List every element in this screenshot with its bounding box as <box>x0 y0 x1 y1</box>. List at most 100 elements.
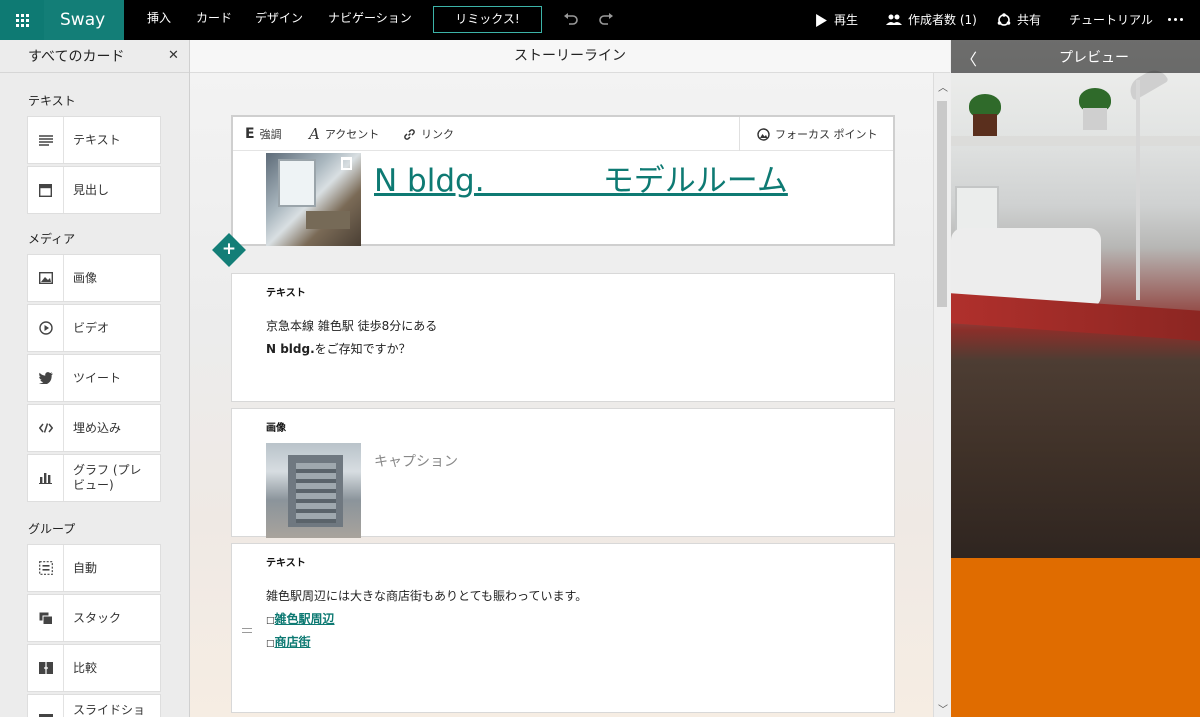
accent-button[interactable]: A アクセント <box>309 117 379 151</box>
emphasis-icon: E <box>245 126 255 142</box>
trash-icon[interactable] <box>341 157 352 170</box>
focus-point-button[interactable]: フォーカス ポイント <box>757 117 878 151</box>
focus-point-icon <box>757 127 770 141</box>
card-tweet-label: ツイート <box>73 370 122 385</box>
card-tweet-button[interactable]: ツイート <box>27 354 161 402</box>
undo-icon[interactable] <box>563 11 579 27</box>
caption-input[interactable]: キャプション <box>374 451 458 471</box>
card-stack-label: スタック <box>73 610 122 625</box>
share-icon <box>997 13 1011 26</box>
text-card-1-bold: N bldg. <box>266 342 315 356</box>
text-card-1-line1[interactable]: 京急本線 雑色駅 徒歩8分にある <box>266 317 437 334</box>
card-embed-label: 埋め込み <box>73 420 122 435</box>
cards-sidebar: すべてのカード ✕ テキスト テキスト 見出し メディア 画像 ビデオ ツイート… <box>0 40 190 717</box>
authors-button[interactable]: 作成者数 (1) <box>886 0 977 40</box>
card-heading-label: 見出し <box>73 182 110 197</box>
compare-icon <box>28 645 64 691</box>
link-button[interactable]: リンク <box>403 117 454 151</box>
card-compare-label: 比較 <box>73 660 98 675</box>
accent-icon: A <box>309 125 320 143</box>
card-image-button[interactable]: 画像 <box>27 254 161 302</box>
bar-chart-icon <box>28 455 64 501</box>
building-image-thumbnail[interactable] <box>266 443 361 538</box>
more-options-icon[interactable] <box>1168 18 1183 21</box>
heading-icon <box>28 167 64 213</box>
text-card-2-line1[interactable]: 雑色駅周辺には大きな商店街もありとても賑わっています。 <box>266 587 587 604</box>
plant-1 <box>969 94 1001 142</box>
title-text[interactable]: N bldg. モデルルーム <box>374 155 788 200</box>
preview-title: プレビュー <box>1059 50 1129 66</box>
text-card-2-label: テキスト <box>266 558 306 569</box>
menu-cards[interactable]: カード <box>196 0 232 40</box>
waffle-icon <box>15 13 29 27</box>
scroll-down-icon[interactable]: ﹀ <box>938 701 948 716</box>
scroll-up-icon[interactable]: ︿ <box>938 79 948 94</box>
app-launcher-button[interactable] <box>0 0 44 40</box>
card-embed-button[interactable]: 埋め込み <box>27 404 161 452</box>
link-shopping-street[interactable]: 商店街 <box>275 635 311 649</box>
people-icon <box>886 14 902 25</box>
sidebar-header: すべてのカード ✕ <box>0 40 189 73</box>
section-media-label: メディア <box>28 232 76 246</box>
card-slideshow-button[interactable]: スライドショー <box>27 694 161 717</box>
redo-icon[interactable] <box>598 11 614 27</box>
tutorial-button[interactable]: チュートリアル <box>1069 0 1153 40</box>
text-card-2[interactable]: テキスト 雑色駅周辺には大きな商店街もありとても賑わっています。 □雑色駅周辺 … <box>231 543 895 713</box>
link-item-2[interactable]: □商店街 <box>266 633 311 650</box>
text-card-1-label: テキスト <box>266 288 306 299</box>
card-auto-button[interactable]: 自動 <box>27 544 161 592</box>
stack-icon <box>28 595 64 641</box>
scroll-thumb[interactable] <box>937 101 947 307</box>
text-card-1-rest: をご存知ですか？ <box>314 342 411 356</box>
thumbnail-window <box>278 159 316 207</box>
play-icon <box>816 13 827 27</box>
preview-lamp-stand <box>1136 80 1140 300</box>
chevron-left-icon[interactable]: 〈 <box>961 46 977 70</box>
card-heading-button[interactable]: 見出し <box>27 166 161 214</box>
bullet-1: □ <box>266 616 275 626</box>
card-stack-button[interactable]: スタック <box>27 594 161 642</box>
remix-button[interactable]: リミックス! <box>433 6 542 33</box>
title-card[interactable]: E 強調 A アクセント リンク フォーカス ポイント N bldg. モデルル… <box>231 115 895 246</box>
preview-panel: 〈 プレビュー <box>951 40 1200 717</box>
code-icon <box>28 405 64 451</box>
text-card-1-line2[interactable]: N bldg.をご存知ですか？ <box>266 340 411 357</box>
text-card-1[interactable]: テキスト 京急本線 雑色駅 徒歩8分にある N bldg.をご存知ですか？ <box>231 273 895 402</box>
preview-wall-frame <box>955 186 999 234</box>
emphasis-label: 強調 <box>259 128 282 141</box>
preview-image[interactable] <box>951 40 1200 558</box>
drag-handle-icon[interactable] <box>242 628 252 633</box>
link-item-1[interactable]: □雑色駅周辺 <box>266 610 335 627</box>
link-icon <box>404 128 415 140</box>
menu-design[interactable]: デザイン <box>255 0 303 40</box>
close-icon[interactable]: ✕ <box>168 48 179 63</box>
link-station-area[interactable]: 雑色駅周辺 <box>275 612 335 626</box>
card-chart-label: グラフ (プレビュー) <box>73 463 142 492</box>
app-name[interactable]: Sway <box>44 0 124 40</box>
building-windows <box>296 463 336 523</box>
slideshow-icon <box>28 695 64 717</box>
menu-navigation[interactable]: ナビゲーション <box>328 0 412 40</box>
auto-group-icon <box>28 545 64 591</box>
image-icon <box>28 255 64 301</box>
plus-icon: + <box>221 239 237 259</box>
play-label: 再生 <box>834 12 859 27</box>
format-toolbar: E 強調 A アクセント リンク フォーカス ポイント <box>233 117 893 151</box>
card-compare-button[interactable]: 比較 <box>27 644 161 692</box>
card-slideshow-label: スライドショー <box>73 703 146 717</box>
play-button[interactable]: 再生 <box>815 0 858 40</box>
plant-2 <box>1079 88 1111 136</box>
storyline-scrollbar[interactable]: ︿ ﹀ <box>933 73 950 717</box>
card-chart-button[interactable]: グラフ (プレビュー) <box>27 454 161 502</box>
card-text-label: テキスト <box>73 132 121 147</box>
share-button[interactable]: 共有 <box>997 0 1041 40</box>
storyline-title: ストーリーライン <box>190 40 950 73</box>
card-video-button[interactable]: ビデオ <box>27 304 161 352</box>
image-card[interactable]: 画像 キャプション <box>231 408 895 538</box>
card-text-button[interactable]: テキスト <box>27 116 161 164</box>
menu-insert[interactable]: 挿入 <box>147 0 171 40</box>
bullet-2: □ <box>266 639 275 649</box>
emphasis-button[interactable]: E 強調 <box>245 117 282 151</box>
section-text-label: テキスト <box>28 94 76 108</box>
twitter-bird-icon <box>28 355 64 401</box>
